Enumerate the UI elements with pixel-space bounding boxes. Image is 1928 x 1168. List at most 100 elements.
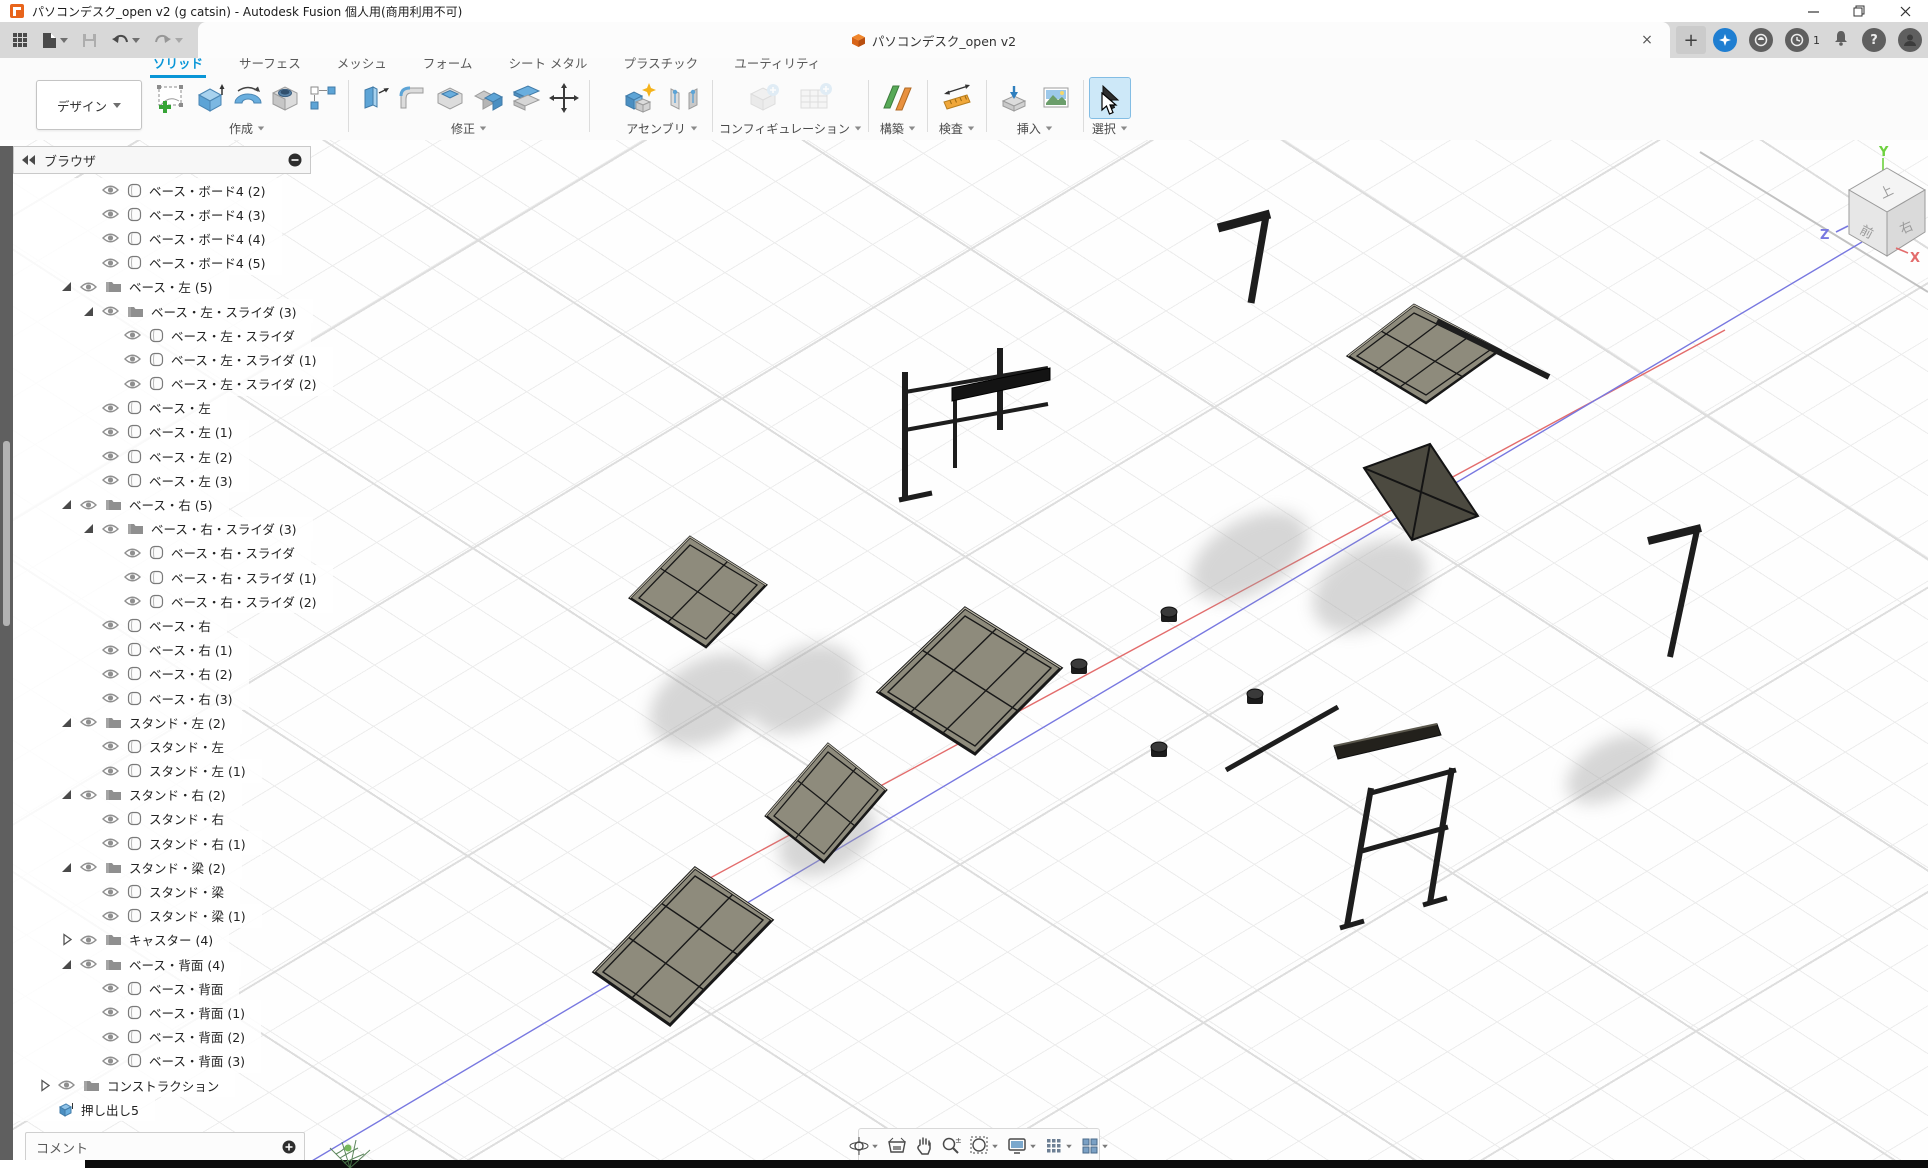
document-tab-close-icon[interactable]: ×: [1638, 31, 1656, 49]
visibility-eye-icon[interactable]: [80, 281, 97, 293]
browser-tree-item[interactable]: ベース・ボード4 (4): [13, 226, 282, 250]
visibility-eye-icon[interactable]: [102, 910, 119, 922]
undo-button[interactable]: [111, 33, 140, 47]
group-dropdown-construct[interactable]: 構築: [880, 120, 916, 137]
browser-header[interactable]: ブラウザ: [13, 146, 311, 174]
restore-button[interactable]: [1836, 0, 1882, 22]
create-sketch-button[interactable]: [152, 78, 190, 118]
display-settings-button[interactable]: [1005, 1137, 1039, 1155]
browser-scrollbar[interactable]: [0, 146, 13, 1160]
visibility-eye-icon[interactable]: [102, 257, 119, 269]
visibility-eye-icon[interactable]: [102, 208, 119, 220]
browser-tree-item[interactable]: スタンド・左: [13, 734, 240, 758]
document-tab[interactable]: パソコンデスク_open v2 ×: [198, 22, 1670, 58]
ribbon-tab[interactable]: プラスチック: [620, 53, 701, 78]
browser-tree-item[interactable]: ベース・左: [13, 396, 227, 420]
ribbon-tab[interactable]: ソリッド: [150, 53, 206, 78]
browser-tree-item[interactable]: ベース・右・スライダ: [13, 541, 311, 565]
browser-tree-item[interactable]: ベース・左・スライダ (2): [13, 372, 333, 396]
back-beam[interactable]: [1334, 724, 1441, 759]
visibility-eye-icon[interactable]: [102, 426, 119, 438]
visibility-eye-icon[interactable]: [102, 523, 119, 535]
browser-tree-item[interactable]: ベース・右 (5): [13, 492, 229, 516]
caster-bracket-right[interactable]: [1648, 528, 1701, 657]
visibility-eye-icon[interactable]: [80, 958, 97, 970]
remove-filter-icon[interactable]: [288, 153, 302, 167]
visibility-eye-icon[interactable]: [102, 402, 119, 414]
fit-button[interactable]: [967, 1136, 1001, 1156]
offset-face-button[interactable]: [507, 78, 545, 118]
browser-tree-item[interactable]: ベース・ボード4 (5): [13, 251, 282, 275]
visibility-eye-icon[interactable]: [102, 619, 119, 631]
visibility-eye-icon[interactable]: [124, 547, 141, 559]
group-dropdown-modify[interactable]: 修正: [451, 120, 487, 137]
visibility-eye-icon[interactable]: [102, 644, 119, 656]
browser-tree-item[interactable]: ベース・ボード4 (3): [13, 202, 282, 226]
browser-tree-item[interactable]: ベース・右 (1): [13, 638, 249, 662]
browser-tree-item[interactable]: ベース・左・スライダ (3): [13, 299, 313, 323]
pan-button[interactable]: [913, 1136, 935, 1156]
group-dropdown-select[interactable]: 選択: [1092, 120, 1128, 137]
visibility-eye-icon[interactable]: [102, 232, 119, 244]
visibility-eye-icon[interactable]: [124, 329, 141, 341]
visibility-eye-icon[interactable]: [124, 595, 141, 607]
browser-tree-item[interactable]: コンストラクション: [13, 1073, 235, 1097]
ribbon-tab[interactable]: フォーム: [420, 53, 476, 78]
expand-open-triangle-icon[interactable]: [62, 960, 71, 969]
browser-tree-item[interactable]: スタンド・梁 (1): [13, 904, 262, 928]
expand-open-triangle-icon[interactable]: [62, 718, 71, 727]
collapse-panel-icon[interactable]: [22, 155, 36, 165]
browser-tree-item[interactable]: スタンド・左 (2): [13, 710, 242, 734]
expand-open-triangle-icon[interactable]: [84, 524, 93, 533]
bell-icon[interactable]: [1832, 29, 1850, 51]
visibility-eye-icon[interactable]: [102, 1055, 119, 1067]
move-copy-button[interactable]: [545, 78, 583, 118]
visibility-eye-icon[interactable]: [102, 740, 119, 752]
caster-wheels[interactable]: [1071, 607, 1263, 757]
expand-closed-triangle-icon[interactable]: [40, 1079, 50, 1092]
extensions-sparkle-icon[interactable]: [1713, 28, 1737, 52]
workspace-selector[interactable]: デザイン: [36, 80, 142, 130]
shell-button[interactable]: [431, 78, 469, 118]
visibility-eye-icon[interactable]: [102, 692, 119, 704]
visibility-eye-icon[interactable]: [102, 1031, 119, 1043]
joint-button[interactable]: [662, 78, 706, 118]
browser-tree-item[interactable]: ベース・右・スライダ (1): [13, 565, 333, 589]
help-icon[interactable]: ?: [1862, 28, 1886, 52]
desk-panel-center[interactable]: [878, 608, 1061, 754]
visibility-eye-icon[interactable]: [102, 813, 119, 825]
browser-tree-item[interactable]: ベース・ボード4 (2): [13, 178, 282, 202]
notifications-clock-icon[interactable]: [1785, 28, 1809, 52]
expand-open-triangle-icon[interactable]: [62, 282, 71, 291]
expand-open-triangle-icon[interactable]: [62, 790, 71, 799]
visibility-eye-icon[interactable]: [58, 1079, 75, 1091]
minimize-button[interactable]: [1790, 0, 1836, 22]
pattern-button[interactable]: [304, 78, 342, 118]
new-component-button[interactable]: [618, 78, 662, 118]
browser-tree-item[interactable]: ベース・右 (2): [13, 662, 249, 686]
visibility-eye-icon[interactable]: [102, 305, 119, 317]
browser-tree-item[interactable]: ベース・右 (3): [13, 686, 249, 710]
group-dropdown-assembly[interactable]: アセンブリ: [626, 120, 697, 137]
visibility-eye-icon[interactable]: [102, 474, 119, 486]
ribbon-tab[interactable]: シート メタル: [505, 53, 590, 78]
stand-frame-right[interactable]: [1340, 768, 1456, 928]
browser-tree-item[interactable]: スタンド・梁: [13, 879, 240, 903]
stand-frame-assembly[interactable]: [899, 348, 1050, 500]
browser-tree-item[interactable]: スタンド・右 (1): [13, 831, 262, 855]
combine-button[interactable]: [469, 78, 507, 118]
browser-tree-item[interactable]: スタンド・右: [13, 807, 240, 831]
orbit-button[interactable]: [847, 1136, 881, 1156]
browser-tree-item[interactable]: ベース・背面 (1): [13, 1000, 261, 1024]
ribbon-tab[interactable]: サーフェス: [236, 53, 304, 78]
canvas-button[interactable]: [1035, 78, 1077, 118]
browser-tree-item[interactable]: ベース・左 (1): [13, 420, 249, 444]
group-dropdown-create[interactable]: 作成: [229, 120, 265, 137]
visibility-eye-icon[interactable]: [102, 668, 119, 680]
construction-plane-button[interactable]: [875, 78, 921, 118]
visibility-eye-icon[interactable]: [124, 571, 141, 583]
add-comment-icon[interactable]: [282, 1140, 296, 1154]
browser-tree-item[interactable]: ベース・左 (5): [13, 275, 229, 299]
browser-tree-item[interactable]: キャスター (4): [13, 928, 229, 952]
visibility-eye-icon[interactable]: [80, 934, 97, 946]
